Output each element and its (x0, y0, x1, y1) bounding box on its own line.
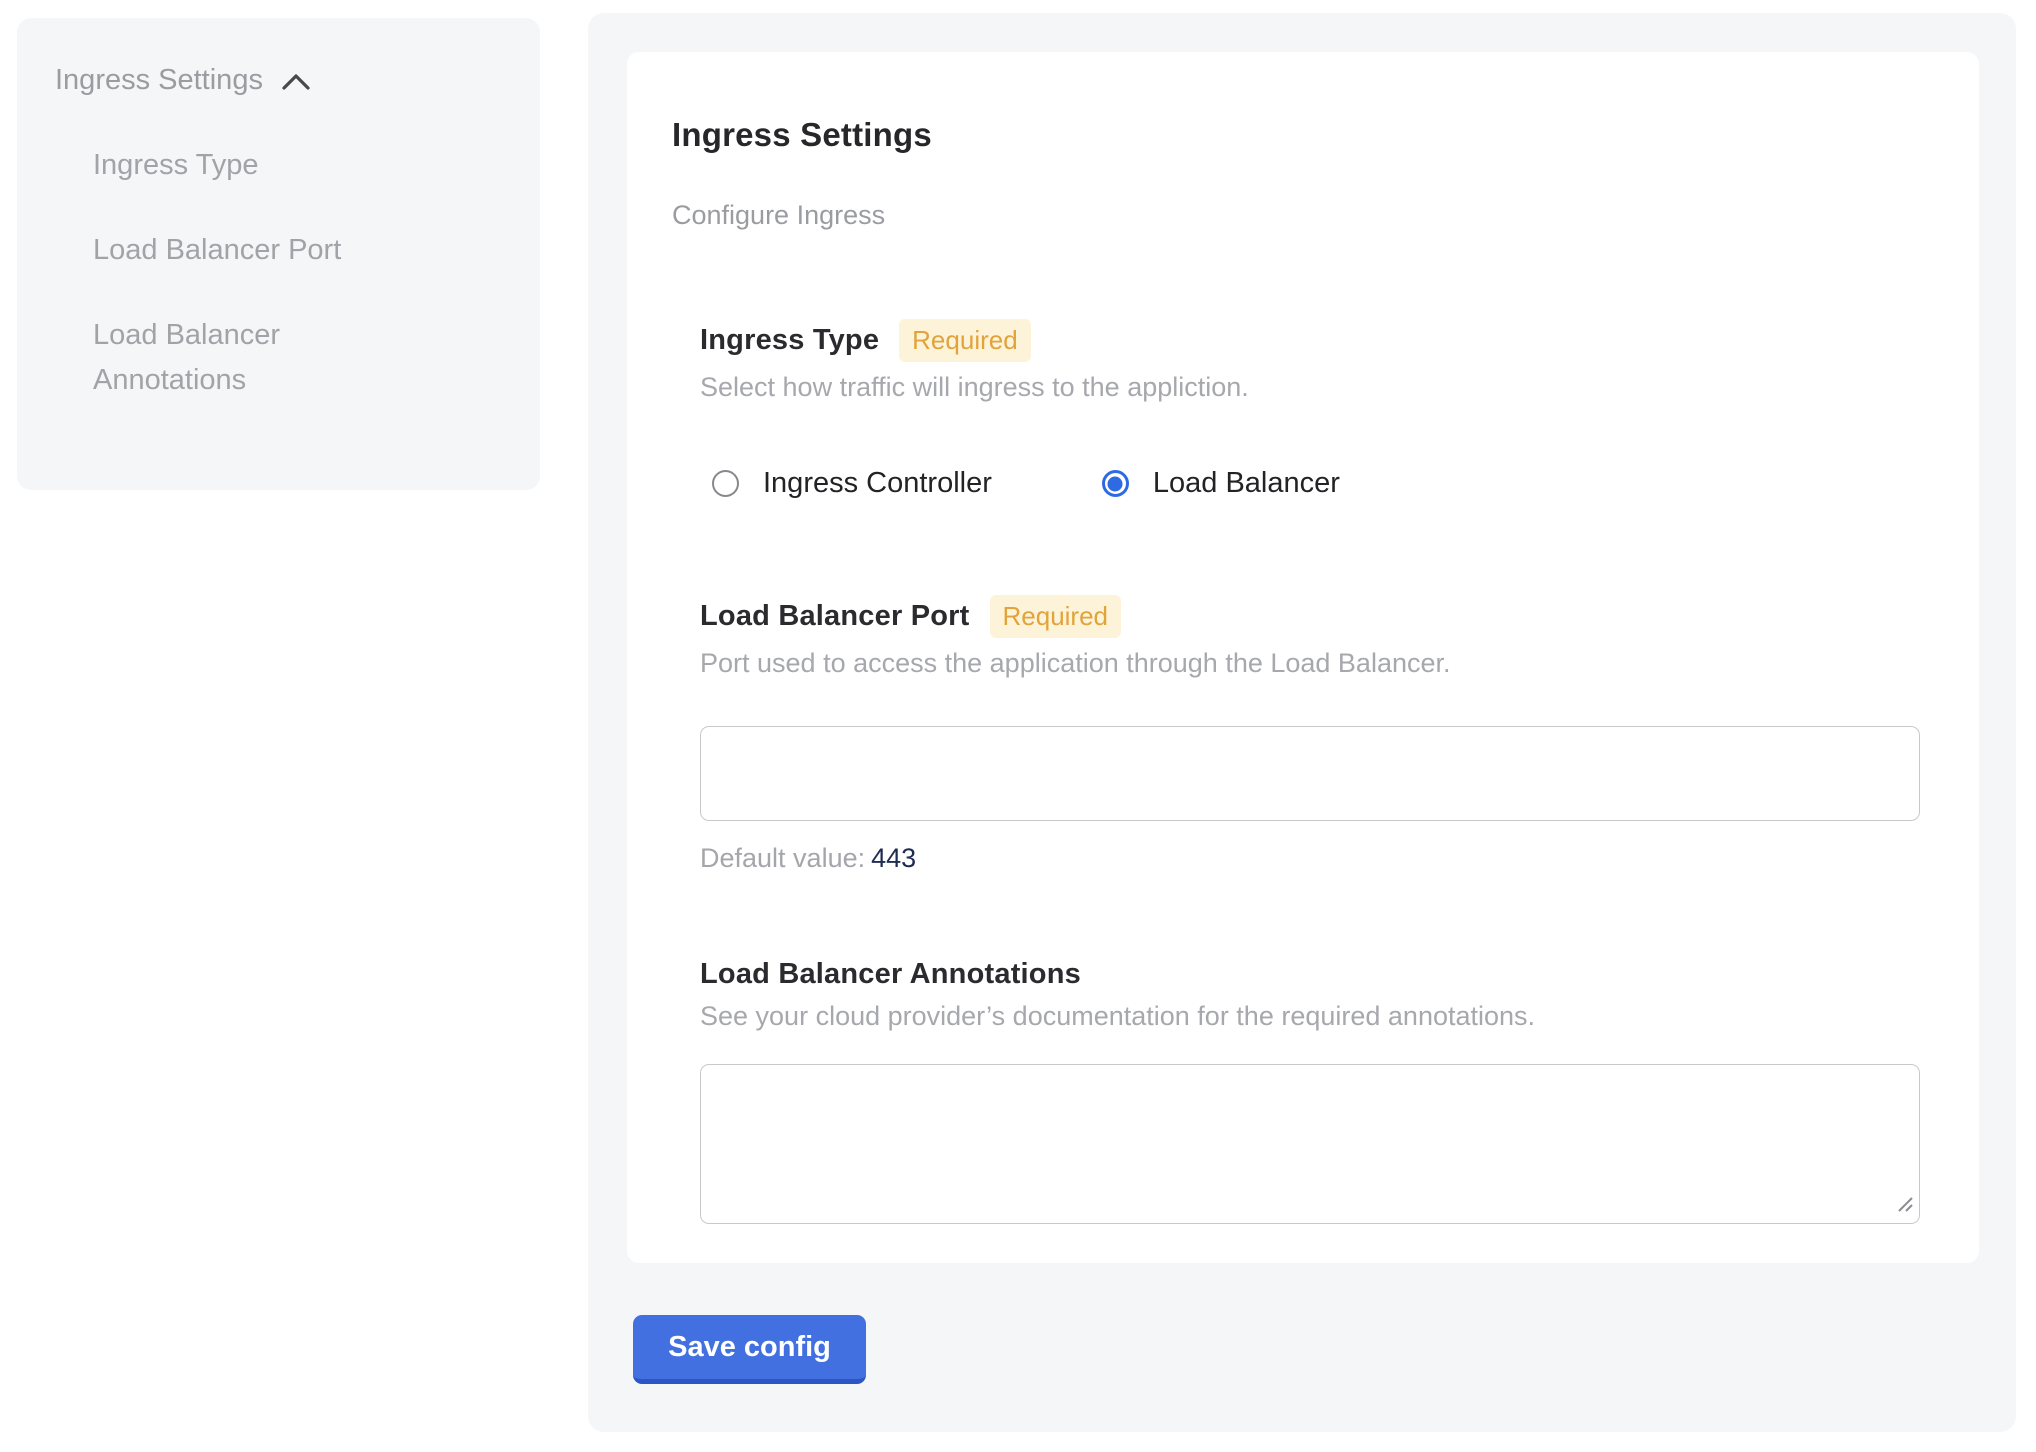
radio-option-ingress-controller[interactable]: Ingress Controller (712, 467, 992, 500)
port-label-row: Load Balancer Port Required (700, 595, 1920, 638)
ingress-type-label: Ingress Type (700, 324, 879, 357)
sidebar-item-load-balancer-annotations[interactable]: Load Balancer Annotations (93, 313, 393, 403)
required-badge: Required (990, 595, 1122, 638)
sidebar-section-ingress-settings[interactable]: Ingress Settings (55, 62, 500, 99)
ingress-settings-card: Ingress Settings Configure Ingress Ingre… (627, 52, 1979, 1263)
sidebar-item-ingress-type[interactable]: Ingress Type (93, 143, 393, 188)
ingress-type-radio-group: Ingress Controller Load Balancer (700, 467, 1920, 500)
save-config-button[interactable]: Save config (633, 1315, 866, 1384)
required-badge: Required (899, 319, 1031, 362)
ingress-type-description: Select how traffic will ingress to the a… (700, 372, 1920, 403)
radio-label-load-balancer: Load Balancer (1153, 467, 1340, 500)
sidebar-item-load-balancer-port[interactable]: Load Balancer Port (93, 228, 393, 273)
radio-ingress-controller[interactable] (712, 470, 739, 497)
port-description: Port used to access the application thro… (700, 648, 1920, 679)
port-label: Load Balancer Port (700, 600, 970, 633)
radio-load-balancer[interactable] (1102, 470, 1129, 497)
chevron-up-icon (281, 66, 311, 99)
load-balancer-annotations-textarea[interactable] (700, 1064, 1920, 1224)
default-value-label: Default value: (700, 843, 865, 873)
field-load-balancer-annotations: Load Balancer Annotations See your cloud… (700, 958, 1920, 1224)
page-subtitle: Configure Ingress (672, 200, 1920, 231)
annotations-description: See your cloud provider’s documentation … (700, 1001, 1920, 1032)
default-value: 443 (871, 843, 916, 873)
sidebar-item-list: Ingress Type Load Balancer Port Load Bal… (55, 143, 500, 403)
ingress-type-label-row: Ingress Type Required (700, 319, 1920, 362)
resize-handle-icon[interactable] (1895, 1194, 1915, 1219)
load-balancer-port-input[interactable] (700, 726, 1920, 821)
page-title: Ingress Settings (672, 116, 1920, 154)
annotations-textarea-wrap (700, 1064, 1920, 1224)
ingress-settings-panel: Ingress Settings Configure Ingress Ingre… (588, 13, 2016, 1432)
annotations-label: Load Balancer Annotations (700, 958, 1081, 991)
field-ingress-type: Ingress Type Required Select how traffic… (700, 319, 1920, 500)
radio-option-load-balancer[interactable]: Load Balancer (1102, 467, 1340, 500)
field-load-balancer-port: Load Balancer Port Required Port used to… (700, 595, 1920, 874)
settings-sidebar: Ingress Settings Ingress Type Load Balan… (17, 18, 540, 490)
port-default-row: Default value:443 (700, 843, 1920, 874)
sidebar-section-label: Ingress Settings (55, 64, 263, 97)
annotations-label-row: Load Balancer Annotations (700, 958, 1920, 991)
form-sections: Ingress Type Required Select how traffic… (700, 319, 1920, 1224)
radio-label-ingress-controller: Ingress Controller (763, 467, 992, 500)
